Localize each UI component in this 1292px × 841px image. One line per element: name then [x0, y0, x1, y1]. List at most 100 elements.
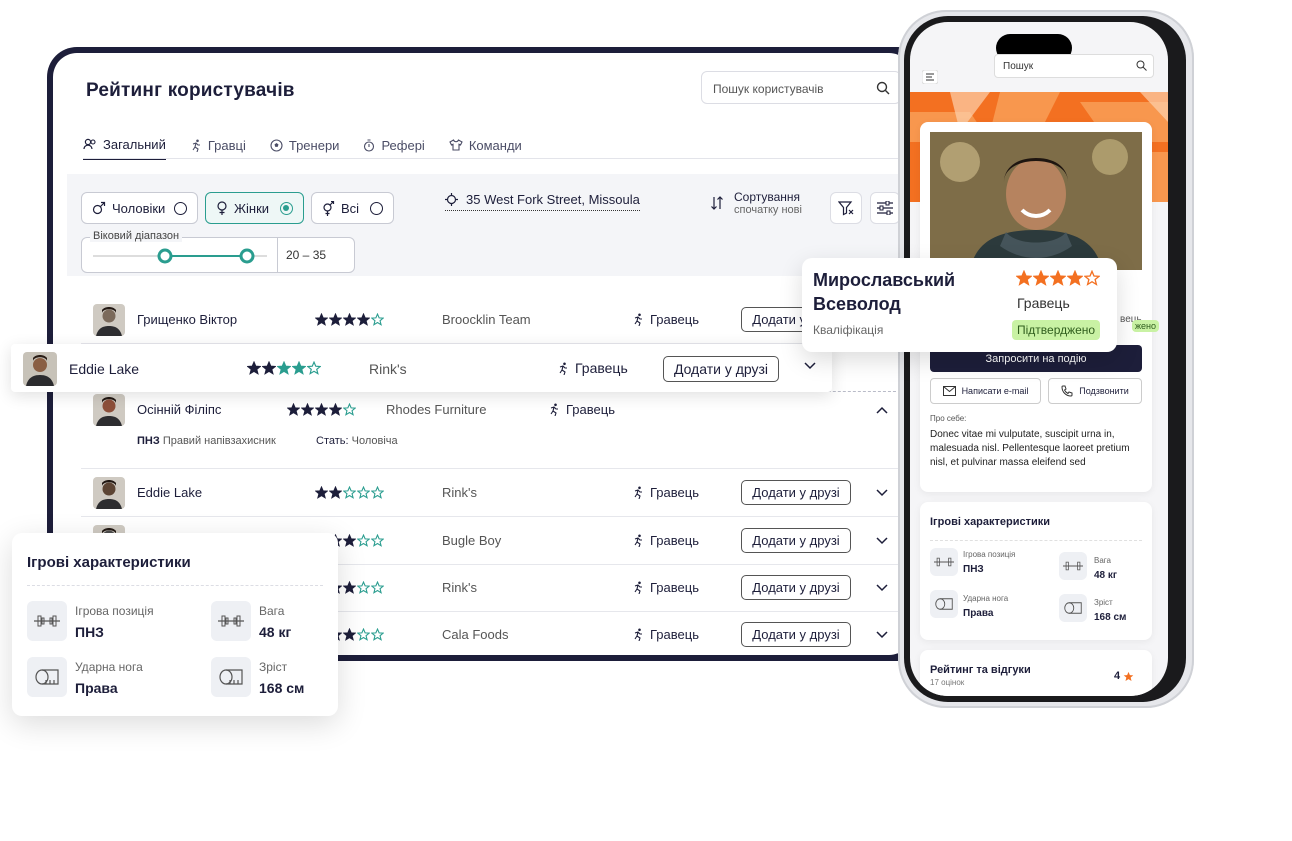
- star-icon: [357, 534, 370, 547]
- location-icon: [445, 193, 458, 206]
- star-icon: [307, 361, 321, 375]
- tab-coaches[interactable]: Тренери: [270, 130, 339, 160]
- search-icon[interactable]: [1136, 60, 1147, 71]
- menu-icon[interactable]: [922, 70, 938, 84]
- user-name[interactable]: Грищенко Віктор: [137, 312, 237, 327]
- star-icon: [1050, 270, 1066, 286]
- stat-value-foot: Права: [75, 680, 118, 696]
- stat-value-weight: 48 кг: [259, 624, 292, 640]
- user-role: Гравець: [632, 580, 699, 595]
- tab-referees[interactable]: Рефері: [363, 130, 425, 160]
- sort-icon: [710, 196, 724, 210]
- star-icon: [262, 361, 276, 375]
- search-icon[interactable]: [876, 81, 890, 95]
- gender-all-option[interactable]: Всі: [311, 192, 394, 224]
- settings-filter-button[interactable]: [870, 192, 900, 224]
- runner-icon: [632, 628, 644, 641]
- email-button[interactable]: Написати e-mail: [930, 378, 1041, 404]
- profile-rating-stars: [1016, 270, 1100, 286]
- user-name[interactable]: Eddie Lake: [137, 485, 202, 500]
- sort-control[interactable]: Сортування спочатку нові: [710, 190, 802, 216]
- user-role: Гравець: [632, 627, 699, 642]
- rating-stars: [315, 486, 384, 499]
- phone-screen: Пошук Запросити на подію Написати e-mail…: [910, 22, 1168, 696]
- star-icon: [329, 486, 342, 499]
- team-name: Rink's: [442, 485, 477, 500]
- clear-filter-button[interactable]: [830, 192, 862, 224]
- search-input[interactable]: Пошук користувачів: [701, 71, 901, 104]
- add-friend-button[interactable]: Додати у друзі: [741, 480, 851, 505]
- age-range-slider[interactable]: [90, 246, 270, 266]
- star-icon: [371, 628, 384, 641]
- chevron-down-icon[interactable]: [876, 584, 888, 592]
- location-filter[interactable]: 35 West Fork Street, Missoula: [445, 192, 640, 211]
- location-value: 35 West Fork Street, Missoula: [466, 192, 640, 207]
- user-name[interactable]: Eddie Lake: [69, 361, 139, 377]
- runner-icon: [632, 534, 644, 547]
- user-role: Гравець: [548, 402, 615, 417]
- users-icon: [83, 138, 96, 150]
- radio-all[interactable]: [370, 201, 383, 215]
- slider-handle-min[interactable]: [157, 248, 173, 264]
- chevron-down-icon[interactable]: [876, 537, 888, 545]
- chevron-up-icon[interactable]: [876, 406, 888, 414]
- team-name: Rink's: [442, 580, 477, 595]
- tab-players[interactable]: Гравці: [190, 130, 246, 160]
- add-friend-button[interactable]: Додати у друзі: [741, 528, 851, 553]
- age-divider: [277, 238, 278, 272]
- star-icon: [277, 361, 291, 375]
- slider-handle-max[interactable]: [239, 248, 255, 264]
- stat-label-height: Зріст: [259, 660, 288, 674]
- add-friend-button[interactable]: Додати у друзі: [741, 575, 851, 600]
- runner-icon: [548, 403, 560, 416]
- star-icon: [343, 403, 356, 416]
- table-row[interactable]: Грищенко Віктор Broocklin Team Гравець Дода…: [81, 296, 913, 344]
- star-icon: [343, 486, 356, 499]
- profile-summary-card: Мирославський Всеволод Гравець Кваліфіка…: [802, 258, 1117, 352]
- user-role: Гравець: [632, 312, 699, 327]
- user-role: Гравець: [632, 533, 699, 548]
- phone-search-input[interactable]: Пошук: [994, 54, 1154, 78]
- call-button[interactable]: Подзвонити: [1048, 378, 1142, 404]
- chevron-down-icon[interactable]: [876, 489, 888, 497]
- add-friend-button[interactable]: Додати у друзі: [663, 356, 779, 382]
- avatar: [23, 352, 57, 386]
- team-name: Rink's: [369, 361, 407, 377]
- chevron-down-icon[interactable]: [804, 362, 816, 370]
- reviews-count: 17 оцінок: [930, 678, 965, 687]
- reviews-card[interactable]: Рейтинг та відгуки 17 оцінок 4: [920, 650, 1152, 696]
- game-stats-card: Ігрові характеристики Ігрова позиція ПНЗ…: [12, 533, 338, 716]
- radio-female[interactable]: [280, 201, 293, 215]
- star-icon: [301, 403, 314, 416]
- team-name: Broocklin Team: [442, 312, 531, 327]
- tab-teams[interactable]: Команди: [449, 130, 522, 160]
- star-icon: [292, 361, 306, 375]
- gender-all-icon: [322, 200, 335, 216]
- runner-icon: [632, 581, 644, 594]
- gender-male-option[interactable]: Чоловіки: [81, 192, 198, 224]
- star-icon: [343, 628, 356, 641]
- tabs-bar: Загальний Гравці Тренери Рефері Команди: [83, 130, 522, 160]
- star-icon: [315, 313, 328, 326]
- chevron-down-icon[interactable]: [876, 631, 888, 639]
- position-info: ПНЗ Правий напівзахисник: [137, 435, 276, 447]
- star-icon: [343, 534, 356, 547]
- tape-measure-icon: [27, 657, 67, 697]
- reviews-title: Рейтинг та відгуки: [930, 664, 1031, 676]
- gender-female-option[interactable]: Жінки: [205, 192, 304, 224]
- table-row[interactable]: Осінній Філіпс Rhodes Furniture Гравець ПНЗ…: [81, 392, 913, 469]
- star-icon: [1033, 270, 1049, 286]
- avatar: [93, 304, 125, 336]
- about-text: Donec vitae mi vulputate, suscipit urna …: [930, 429, 1130, 468]
- user-name[interactable]: Осінній Філіпс: [137, 402, 221, 417]
- runner-icon: [557, 362, 569, 375]
- profile-name: Мирославський Всеволод: [813, 270, 956, 314]
- star-icon: [357, 628, 370, 641]
- stat-label-weight: Вага: [259, 604, 285, 618]
- highlighted-user-row[interactable]: Eddie Lake Rink's Гравець Додати у друзі: [11, 344, 832, 392]
- phone-stats-card: Ігрові характеристики Ігрова позиція ПНЗ…: [920, 502, 1152, 640]
- add-friend-button[interactable]: Додати у друзі: [741, 622, 851, 647]
- radio-male[interactable]: [174, 201, 187, 215]
- tab-general[interactable]: Загальний: [83, 130, 166, 160]
- table-row[interactable]: Eddie Lake Rink's Гравець Додати у друзі: [81, 469, 913, 517]
